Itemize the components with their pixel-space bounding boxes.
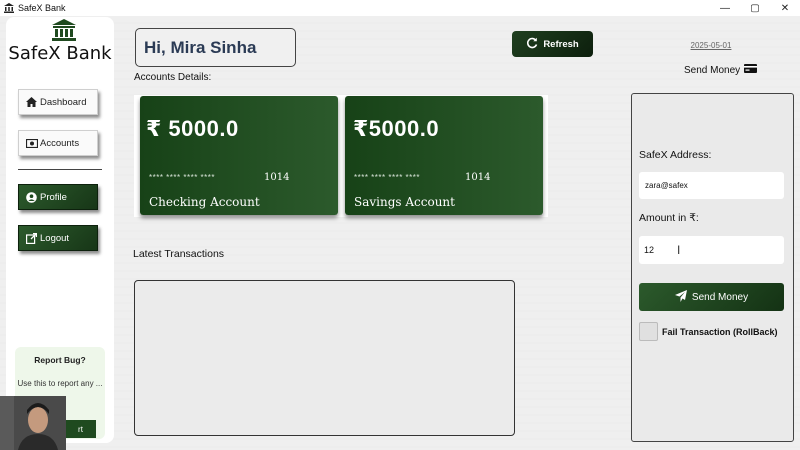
account-type: Checking Account bbox=[149, 195, 260, 209]
paper-plane-icon bbox=[674, 289, 687, 305]
latest-transactions-label: Latest Transactions bbox=[133, 248, 225, 260]
send-money-header: Send Money bbox=[684, 64, 758, 76]
fail-transaction-label: Fail Transaction (RollBack) bbox=[662, 327, 778, 337]
address-input[interactable] bbox=[639, 172, 784, 199]
amount-label: Amount in ₹: bbox=[639, 212, 699, 224]
greeting-box: Hi, Mira Sinha bbox=[135, 28, 296, 67]
account-masked-number: **** **** **** **** bbox=[149, 173, 215, 182]
sidebar-item-label: Profile bbox=[40, 191, 67, 203]
account-last4: 1014 bbox=[264, 172, 290, 183]
account-masked-number: **** **** **** **** bbox=[354, 173, 420, 182]
account-balance: ₹5000.0 bbox=[353, 116, 440, 141]
sidebar-divider bbox=[18, 169, 102, 170]
refresh-label: Refresh bbox=[543, 38, 579, 50]
sidebar: SafeX Bank Dashboard Accounts Profile Lo… bbox=[6, 17, 114, 443]
send-money-label: Send Money bbox=[691, 291, 749, 303]
sidebar-item-label: Dashboard bbox=[40, 96, 87, 108]
report-bug-title: Report Bug? bbox=[34, 355, 86, 365]
send-money-heading: Send Money bbox=[684, 64, 741, 76]
bank-logo-icon bbox=[52, 19, 76, 41]
minimize-button[interactable]: — bbox=[710, 0, 740, 16]
transactions-list[interactable] bbox=[134, 280, 515, 436]
sidebar-item-label: Logout bbox=[40, 232, 70, 244]
user-icon bbox=[25, 191, 38, 203]
sidebar-item-logout[interactable]: Logout bbox=[18, 225, 98, 251]
webcam-overlay bbox=[0, 396, 66, 450]
title-bar: SafeX Bank — ▢ ✕ bbox=[0, 0, 800, 16]
accounts-section-label: Accounts Details: bbox=[134, 72, 212, 83]
sidebar-item-accounts[interactable]: Accounts bbox=[18, 130, 98, 156]
refresh-icon bbox=[526, 37, 538, 52]
address-label: SafeX Address: bbox=[639, 149, 712, 161]
external-link-icon bbox=[25, 232, 38, 244]
send-money-panel bbox=[631, 93, 794, 442]
fail-transaction-checkbox[interactable] bbox=[639, 322, 658, 341]
home-icon bbox=[25, 96, 38, 108]
sidebar-item-label: Accounts bbox=[40, 137, 80, 149]
date-link[interactable]: 2025-05-01 bbox=[678, 41, 744, 50]
money-icon bbox=[25, 137, 38, 149]
account-balance: ₹ 5000.0 bbox=[146, 116, 239, 141]
bank-icon bbox=[3, 3, 15, 13]
window-title: SafeX Bank bbox=[18, 3, 66, 13]
account-card-checking[interactable]: ₹ 5000.0 **** **** **** **** 1014 Checki… bbox=[140, 96, 338, 215]
sidebar-item-dashboard[interactable]: Dashboard bbox=[18, 89, 98, 115]
account-type: Savings Account bbox=[354, 195, 455, 209]
maximize-button[interactable]: ▢ bbox=[740, 0, 770, 16]
text-cursor-icon: I bbox=[677, 243, 681, 257]
amount-input[interactable] bbox=[639, 236, 784, 264]
close-button[interactable]: ✕ bbox=[770, 0, 800, 16]
send-money-button[interactable]: Send Money bbox=[639, 283, 784, 311]
report-bug-description: Use this to report any ... bbox=[17, 379, 103, 388]
account-last4: 1014 bbox=[465, 172, 491, 183]
logo-text: SafeX Bank bbox=[8, 43, 112, 64]
card-icon bbox=[744, 64, 758, 76]
sidebar-item-profile[interactable]: Profile bbox=[18, 184, 98, 210]
account-card-savings[interactable]: ₹5000.0 **** **** **** **** 1014 Savings… bbox=[345, 96, 543, 215]
refresh-button[interactable]: Refresh bbox=[512, 31, 593, 57]
